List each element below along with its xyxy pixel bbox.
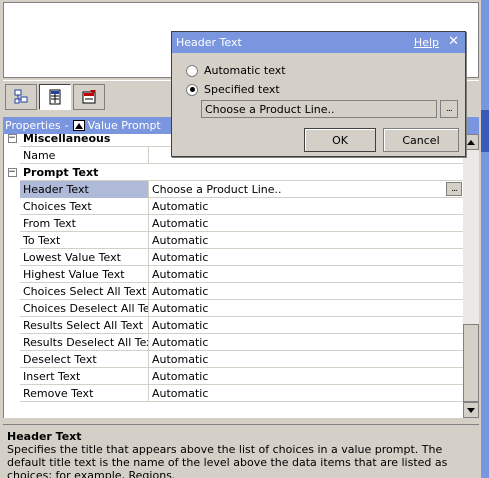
specified-text-field[interactable]: Choose a Product Line..: [201, 100, 437, 118]
property-name: Remove Text: [20, 384, 149, 402]
properties-title: Properties: [5, 119, 61, 132]
property-row-results-deselect-all-text[interactable]: Results Deselect All Text Automatic: [4, 333, 463, 351]
property-name: Insert Text: [20, 367, 149, 385]
arrow-down-icon: [467, 407, 475, 413]
select-ancestor-button[interactable]: [72, 120, 85, 131]
triangle-up-icon: [74, 122, 83, 129]
vertical-scrollbar[interactable]: [463, 134, 479, 418]
description-panel: Header Text Specifies the title that app…: [3, 424, 479, 478]
property-row-deselect-text[interactable]: Deselect Text Automatic: [4, 350, 463, 368]
automatic-text-label: Automatic text: [204, 64, 286, 77]
property-value-text: Choose a Product Line..: [152, 182, 282, 196]
arrow-up-icon: [467, 139, 475, 145]
property-name: Name: [20, 146, 149, 164]
property-name: Highest Value Text: [20, 265, 149, 283]
property-name: Lowest Value Text: [20, 248, 149, 266]
automatic-text-option[interactable]: Automatic text: [186, 64, 286, 77]
property-value[interactable]: Automatic: [149, 317, 463, 334]
property-name: Choices Select All Text: [20, 282, 149, 300]
dialog-titlebar[interactable]: Header Text Help ✕: [172, 32, 465, 53]
ellipsis-button[interactable]: ...: [446, 181, 462, 196]
property-value[interactable]: Automatic: [149, 198, 463, 215]
categorized-view-button[interactable]: [5, 84, 37, 110]
property-row-choices-deselect-all-text[interactable]: Choices Deselect All Text Automatic: [4, 299, 463, 317]
property-row-results-select-all-text[interactable]: Results Select All Text Automatic: [4, 316, 463, 334]
edit-properties-icon: [82, 90, 96, 104]
property-value[interactable]: Automatic: [149, 300, 463, 317]
property-row-choices-text[interactable]: Choices Text Automatic: [4, 197, 463, 215]
property-name: From Text: [20, 214, 149, 232]
property-row-remove-text[interactable]: Remove Text Automatic: [4, 384, 463, 402]
property-row-choices-select-all-text[interactable]: Choices Select All Text Automatic: [4, 282, 463, 300]
property-value[interactable]: Automatic: [149, 351, 463, 368]
collapse-icon[interactable]: −: [7, 134, 17, 143]
property-name: Choices Text: [20, 197, 149, 215]
property-value[interactable]: Choose a Product Line.. ...: [149, 181, 463, 198]
property-name: Results Select All Text: [20, 316, 149, 334]
radio-automatic[interactable]: [186, 64, 198, 77]
header-text-dialog: Header Text Help ✕ Automatic text Specif…: [171, 31, 466, 157]
categorized-icon: [14, 89, 28, 104]
window-edge: [481, 0, 489, 478]
ellipsis-button[interactable]: ...: [440, 100, 458, 118]
property-row-lowest-value-text[interactable]: Lowest Value Text Automatic: [4, 248, 463, 266]
description-text: Specifies the title that appears above t…: [7, 443, 448, 478]
property-value[interactable]: Automatic: [149, 385, 463, 402]
property-name: To Text: [20, 231, 149, 249]
properties-context: Value Prompt: [87, 119, 161, 132]
cancel-button[interactable]: Cancel: [383, 128, 459, 152]
radio-specified[interactable]: [186, 83, 198, 96]
property-value[interactable]: Automatic: [149, 232, 463, 249]
property-row-highest-value-text[interactable]: Highest Value Text Automatic: [4, 265, 463, 283]
header-separator: -: [64, 119, 69, 132]
collapse-icon[interactable]: −: [7, 167, 17, 177]
ok-button[interactable]: OK: [304, 128, 376, 152]
specified-text-option[interactable]: Specified text: [186, 83, 280, 96]
property-grid: − Miscellaneous Name − Prompt Text Heade…: [3, 134, 463, 418]
property-value[interactable]: Automatic: [149, 334, 463, 351]
category-prompt-text[interactable]: − Prompt Text: [4, 163, 463, 181]
property-name: Choices Deselect All Text: [20, 299, 149, 317]
property-value[interactable]: Automatic: [149, 283, 463, 300]
help-link[interactable]: Help: [414, 36, 439, 49]
close-icon[interactable]: ✕: [448, 34, 459, 49]
scroll-down-button[interactable]: [463, 402, 479, 418]
property-value[interactable]: Automatic: [149, 368, 463, 385]
property-name: Header Text: [20, 180, 149, 198]
property-name: Deselect Text: [20, 350, 149, 368]
category-label: Prompt Text: [23, 165, 99, 179]
description-title: Header Text: [7, 430, 82, 443]
scroll-thumb[interactable]: [463, 324, 479, 402]
alphabetic-view-button[interactable]: [39, 84, 71, 110]
property-value[interactable]: Automatic: [149, 249, 463, 266]
property-row-insert-text[interactable]: Insert Text Automatic: [4, 367, 463, 385]
property-value[interactable]: Automatic: [149, 266, 463, 283]
table-properties-icon: [49, 89, 61, 105]
properties-action-button[interactable]: [73, 84, 105, 110]
property-row-header-text[interactable]: Header Text Choose a Product Line.. ...: [4, 180, 463, 198]
property-row-from-text[interactable]: From Text Automatic: [4, 214, 463, 232]
dialog-title: Header Text: [176, 36, 242, 49]
edge-handle[interactable]: [481, 110, 489, 152]
property-value[interactable]: Automatic: [149, 215, 463, 232]
property-row-to-text[interactable]: To Text Automatic: [4, 231, 463, 249]
property-name: Results Deselect All Text: [20, 333, 149, 351]
specified-text-label: Specified text: [204, 83, 280, 96]
